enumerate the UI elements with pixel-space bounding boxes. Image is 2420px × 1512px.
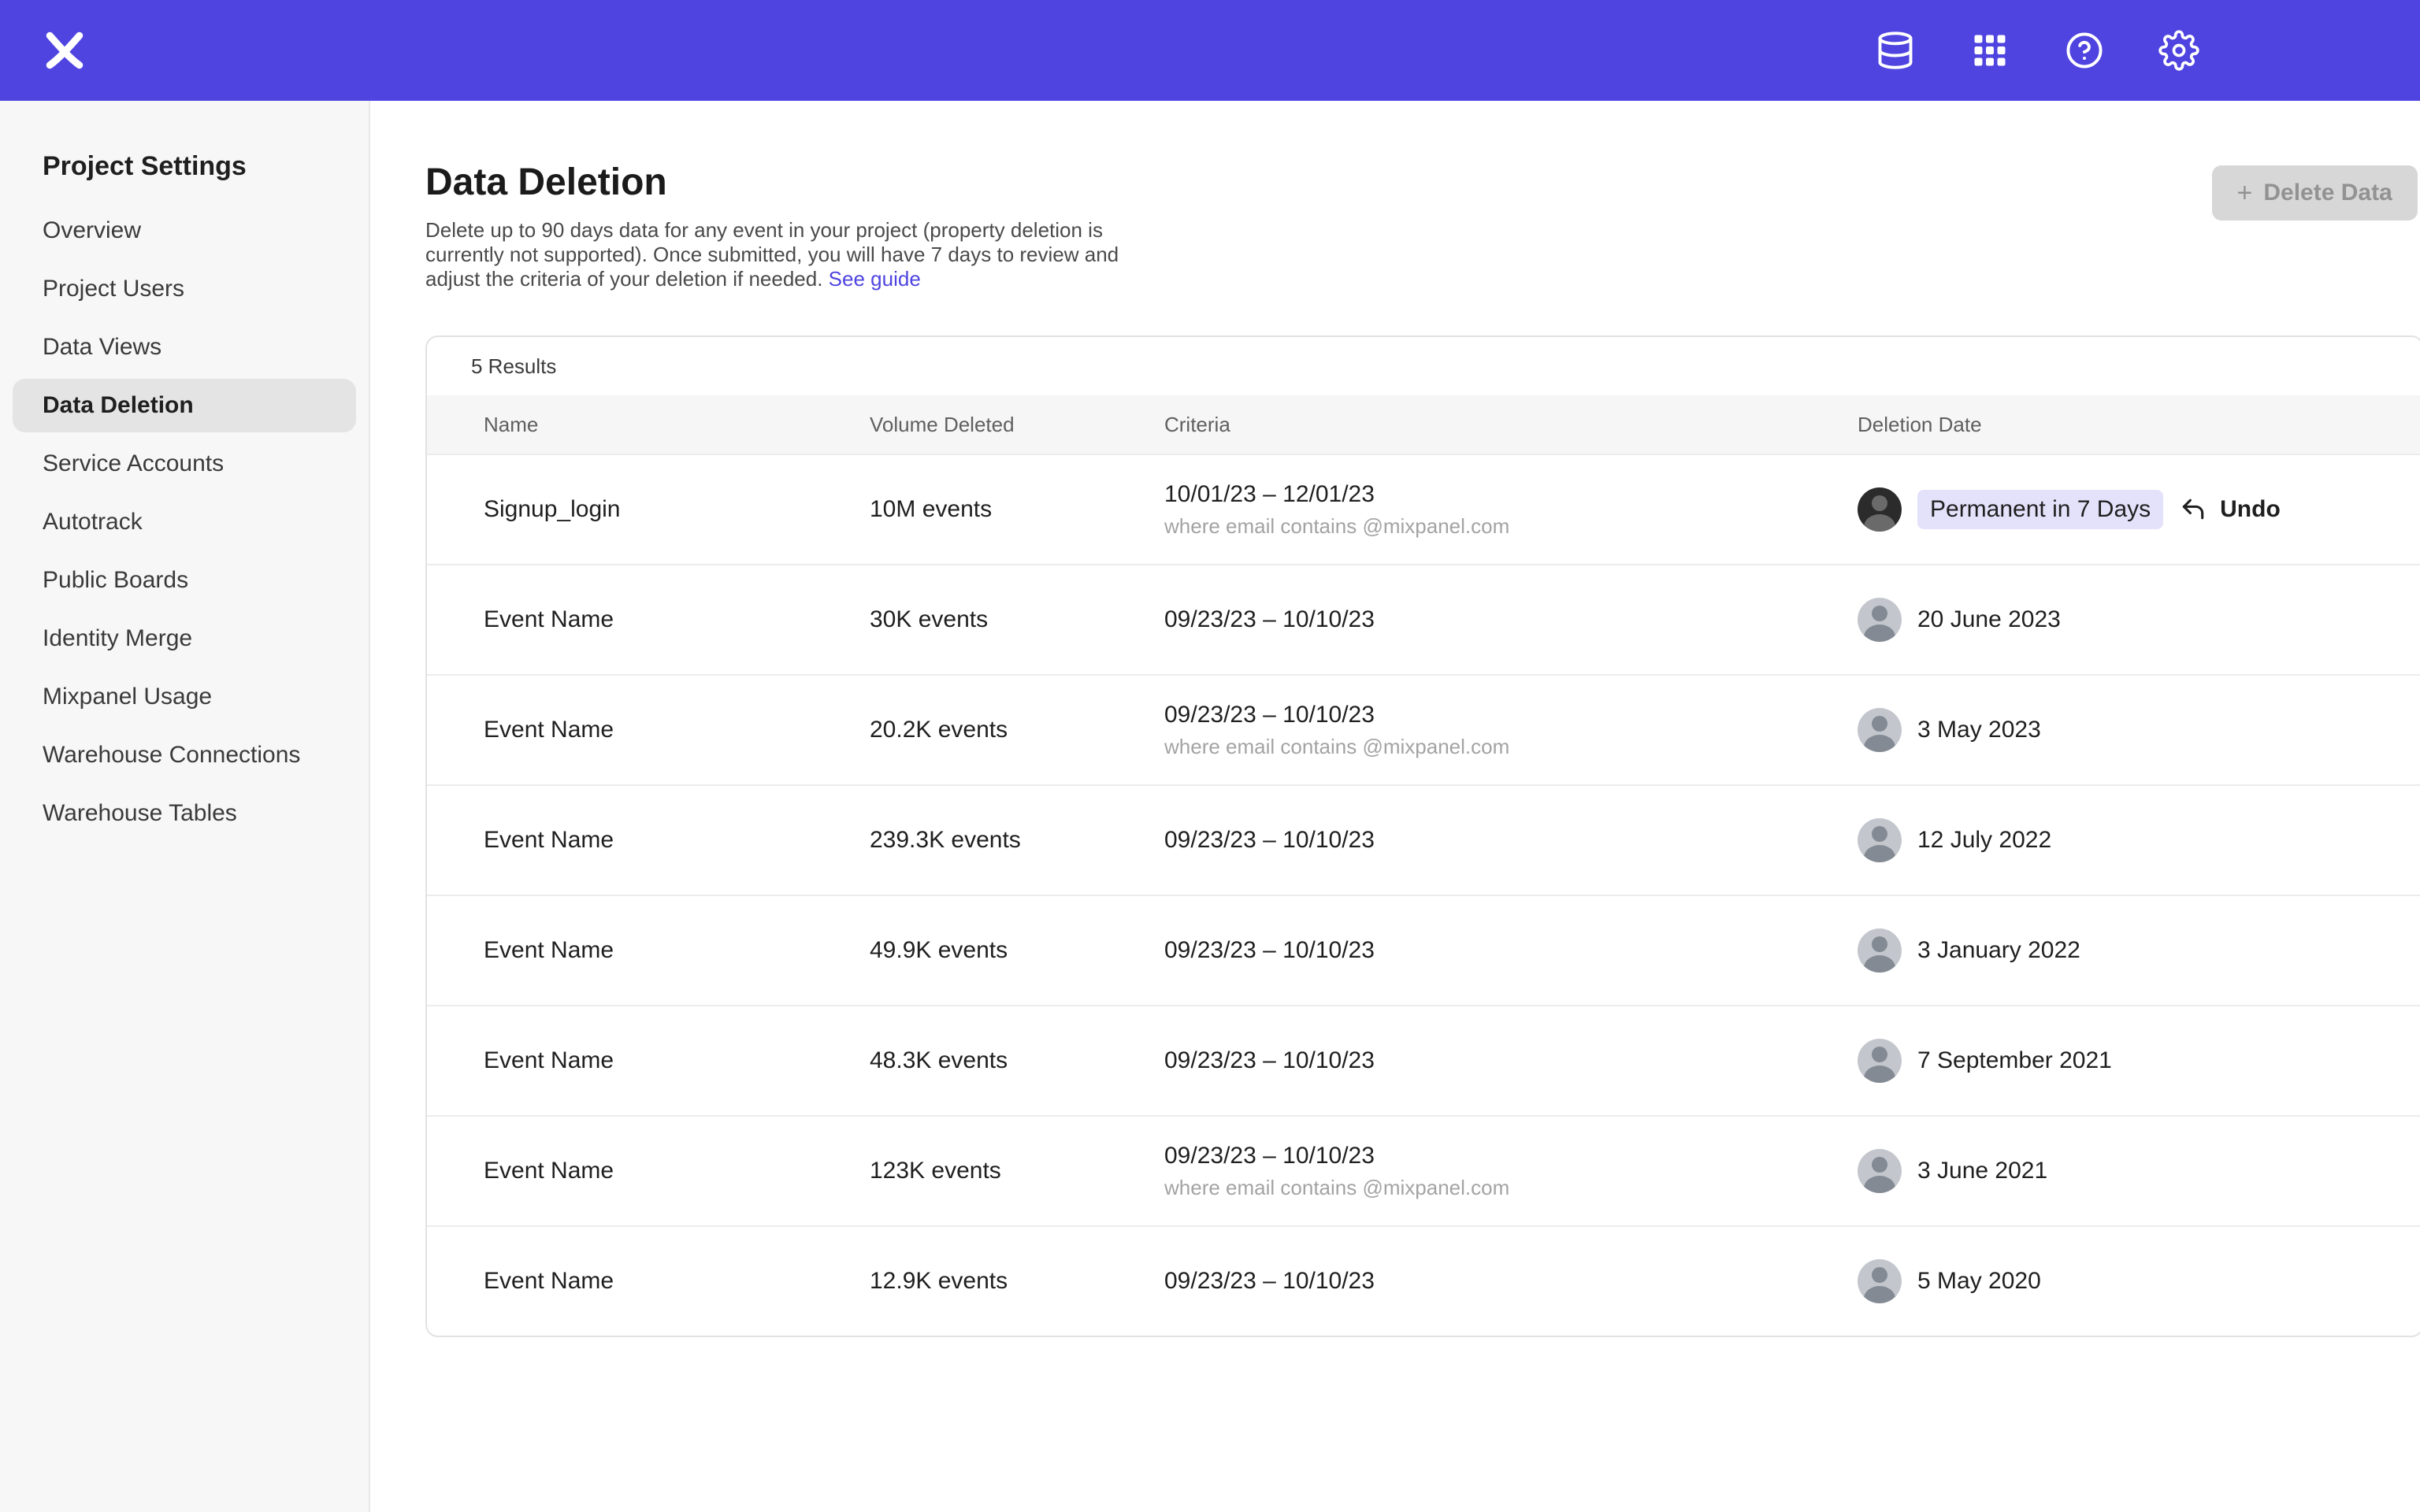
volume-deleted: 20.2K events	[870, 717, 1164, 743]
page-title: Data Deletion	[425, 161, 1125, 204]
event-name: Event Name	[484, 937, 870, 964]
criteria-range: 09/23/23 – 10/10/23	[1164, 1143, 1858, 1169]
criteria-range: 09/23/23 – 10/10/23	[1164, 1268, 1858, 1295]
table-row: Event Name 12.9K events 09/23/23 – 10/10…	[427, 1225, 2420, 1336]
avatar	[1858, 708, 1902, 752]
event-name: Event Name	[484, 717, 870, 743]
delete-data-button-label: Delete Data	[2263, 180, 2392, 206]
event-name: Signup_login	[484, 496, 870, 523]
main-content: Data Deletion Delete up to 90 days data …	[370, 101, 2420, 1512]
table-row: Event Name 20.2K events 09/23/23 – 10/10…	[427, 674, 2420, 784]
settings-sidebar: Project Settings Overview Project Users …	[0, 101, 370, 1512]
criteria-filter: where email contains @mixpanel.com	[1164, 735, 1858, 759]
undo-icon	[2179, 495, 2207, 524]
deletion-date: 3 May 2023	[1917, 717, 2041, 743]
sidebar-item-autotrack[interactable]: Autotrack	[13, 495, 356, 549]
avatar	[1858, 1259, 1902, 1303]
criteria-range: 09/23/23 – 10/10/23	[1164, 606, 1858, 633]
volume-deleted: 48.3K events	[870, 1047, 1164, 1074]
page-description: Delete up to 90 days data for any event …	[425, 218, 1125, 291]
table-row: Event Name 239.3K events 09/23/23 – 10/1…	[427, 784, 2420, 895]
sidebar-item-warehouse-connections[interactable]: Warehouse Connections	[13, 728, 356, 782]
table-row: Event Name 30K events 09/23/23 – 10/10/2…	[427, 564, 2420, 674]
undo-label: Undo	[2220, 496, 2281, 523]
criteria-range: 10/01/23 – 12/01/23	[1164, 481, 1858, 508]
column-header-deletion-date: Deletion Date	[1858, 413, 2378, 437]
avatar	[1858, 928, 1902, 973]
criteria-range: 09/23/23 – 10/10/23	[1164, 937, 1858, 964]
event-name: Event Name	[484, 1047, 870, 1074]
table-row: Event Name 49.9K events 09/23/23 – 10/10…	[427, 895, 2420, 1005]
criteria-range: 09/23/23 – 10/10/23	[1164, 702, 1858, 728]
sidebar-title: Project Settings	[13, 151, 356, 204]
criteria-filter: where email contains @mixpanel.com	[1164, 514, 1858, 539]
deletion-date: 3 June 2021	[1917, 1158, 2047, 1184]
avatar	[1858, 1149, 1902, 1193]
avatar	[1858, 598, 1902, 642]
event-name: Event Name	[484, 606, 870, 633]
sidebar-item-service-accounts[interactable]: Service Accounts	[13, 437, 356, 491]
mixpanel-logo[interactable]	[41, 27, 88, 74]
data-management-icon[interactable]	[1875, 30, 1916, 71]
sidebar-item-data-deletion[interactable]: Data Deletion	[13, 379, 356, 432]
delete-data-button[interactable]: + Delete Data	[2212, 165, 2418, 220]
deletion-date: 20 June 2023	[1917, 606, 2061, 633]
table-row: Event Name 48.3K events 09/23/23 – 10/10…	[427, 1005, 2420, 1115]
event-name: Event Name	[484, 1158, 870, 1184]
sidebar-item-warehouse-tables[interactable]: Warehouse Tables	[13, 787, 356, 840]
deletion-date: 7 September 2021	[1917, 1047, 2112, 1074]
deletion-date: 12 July 2022	[1917, 827, 2051, 854]
sidebar-item-data-views[interactable]: Data Views	[13, 321, 356, 374]
deletion-requests-table: 5 Results Name Volume Deleted Criteria D…	[425, 335, 2420, 1337]
results-count: 5 Results	[427, 337, 2420, 395]
avatar	[1858, 818, 1902, 862]
undo-button[interactable]: Undo	[2179, 495, 2281, 524]
settings-icon[interactable]	[2158, 30, 2199, 71]
volume-deleted: 239.3K events	[870, 827, 1164, 854]
deletion-date: 3 January 2022	[1917, 937, 2080, 964]
table-row: Event Name 123K events 09/23/23 – 10/10/…	[427, 1115, 2420, 1225]
plus-icon: +	[2237, 180, 2253, 206]
volume-deleted: 12.9K events	[870, 1268, 1164, 1295]
top-navigation-bar	[0, 0, 2420, 101]
volume-deleted: 123K events	[870, 1158, 1164, 1184]
criteria-filter: where email contains @mixpanel.com	[1164, 1176, 1858, 1200]
sidebar-item-mixpanel-usage[interactable]: Mixpanel Usage	[13, 670, 356, 724]
status-badge: Permanent in 7 Days	[1917, 490, 2163, 529]
volume-deleted: 30K events	[870, 606, 1164, 633]
help-icon[interactable]	[2064, 30, 2105, 71]
column-header-name: Name	[484, 413, 870, 437]
see-guide-link[interactable]: See guide	[829, 267, 921, 291]
column-header-criteria: Criteria	[1164, 413, 1858, 437]
avatar	[1858, 487, 1902, 532]
criteria-range: 09/23/23 – 10/10/23	[1164, 1047, 1858, 1074]
event-name: Event Name	[484, 1268, 870, 1295]
event-name: Event Name	[484, 827, 870, 854]
column-header-volume-deleted: Volume Deleted	[870, 413, 1164, 437]
volume-deleted: 49.9K events	[870, 937, 1164, 964]
deletion-date: 5 May 2020	[1917, 1268, 2041, 1295]
table-header-row: Name Volume Deleted Criteria Deletion Da…	[427, 395, 2420, 454]
apps-grid-icon[interactable]	[1969, 30, 2010, 71]
volume-deleted: 10M events	[870, 496, 1164, 523]
topbar-icon-group	[1875, 30, 2199, 71]
sidebar-item-overview[interactable]: Overview	[13, 204, 356, 258]
criteria-range: 09/23/23 – 10/10/23	[1164, 827, 1858, 854]
sidebar-item-identity-merge[interactable]: Identity Merge	[13, 612, 356, 665]
table-row: Signup_login 10M events 10/01/23 – 12/01…	[427, 454, 2420, 564]
avatar	[1858, 1039, 1902, 1083]
page-description-text: Delete up to 90 days data for any event …	[425, 218, 1119, 291]
sidebar-item-project-users[interactable]: Project Users	[13, 262, 356, 316]
sidebar-item-public-boards[interactable]: Public Boards	[13, 554, 356, 607]
